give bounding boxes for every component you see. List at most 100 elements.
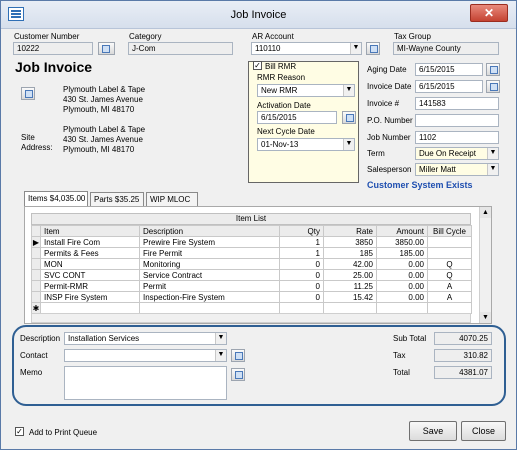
rate-cell[interactable]: 185 [323, 247, 377, 259]
table-row[interactable]: Permit-RMR Permit 0 11.25 0.00 A [31, 280, 472, 292]
chevron-down-icon[interactable]: ▼ [215, 350, 226, 361]
chevron-down-icon[interactable]: ▼ [215, 333, 226, 344]
bill-cycle-cell[interactable] [427, 302, 472, 314]
calendar-icon[interactable] [342, 111, 356, 124]
description-cell[interactable]: Monitoring [139, 258, 280, 270]
amount-cell[interactable]: 0.00 [376, 280, 428, 292]
bill-cycle-cell[interactable]: A [427, 280, 472, 292]
table-row[interactable]: ✱ [31, 302, 472, 314]
tax-group-field[interactable]: MI-Wayne County [393, 42, 499, 55]
table-row[interactable]: MON Monitoring 0 42.00 0.00 Q [31, 258, 472, 270]
tab-wip-mloc[interactable]: WIP MLOC [146, 192, 198, 206]
aging-date-field[interactable]: 6/15/2015 [415, 63, 483, 76]
close-button[interactable]: Close [461, 421, 506, 441]
description-cell[interactable]: Permit [139, 280, 280, 292]
calendar-icon[interactable] [486, 80, 500, 93]
bill-cycle-cell[interactable]: A [427, 291, 472, 303]
qty-cell[interactable]: 0 [279, 291, 324, 303]
memo-append-icon[interactable] [231, 368, 245, 381]
item-cell[interactable]: Permits & Fees [40, 247, 140, 259]
item-cell[interactable]: SVC CONT [40, 269, 140, 281]
rate-cell[interactable]: 11.25 [323, 280, 377, 292]
description-cell[interactable] [139, 302, 280, 314]
job-number-field[interactable]: 1102 [415, 131, 499, 144]
description-cell[interactable]: Service Contract [139, 269, 280, 281]
description-cell[interactable]: Fire Permit [139, 247, 280, 259]
grid-vertical-scrollbar[interactable]: ▲ ▼ [479, 207, 491, 323]
row-selector[interactable] [31, 247, 41, 259]
qty-cell[interactable]: 1 [279, 247, 324, 259]
item-cell[interactable] [40, 302, 140, 314]
save-button[interactable]: Save [409, 421, 457, 441]
rate-cell[interactable]: 25.00 [323, 269, 377, 281]
bill-cycle-cell[interactable] [427, 247, 472, 259]
bill-cycle-cell[interactable] [427, 236, 472, 248]
tab-parts[interactable]: Parts $35.25 [90, 192, 144, 206]
bill-to-edit-button[interactable] [21, 87, 35, 100]
chevron-down-icon[interactable]: ▼ [487, 148, 498, 159]
qty-cell[interactable] [279, 302, 324, 314]
invoice-number-field[interactable]: 141583 [415, 97, 499, 110]
chevron-down-icon[interactable]: ▼ [343, 139, 354, 150]
column-header[interactable]: Qty [279, 225, 324, 237]
chevron-down-icon[interactable]: ▼ [343, 85, 354, 96]
bill-rmr-checkbox[interactable]: ✓ [253, 61, 262, 70]
row-selector[interactable] [31, 280, 41, 292]
chevron-down-icon[interactable]: ▼ [487, 164, 498, 175]
table-row[interactable]: INSP Fire System Inspection-Fire System 0 1… [31, 291, 472, 303]
item-cell[interactable]: Permit-RMR [40, 280, 140, 292]
description-combo[interactable]: Installation Services ▼ [64, 332, 227, 345]
table-row[interactable]: SVC CONT Service Contract 0 25.00 0.00 Q [31, 269, 472, 281]
customer-lookup-button[interactable] [98, 42, 115, 55]
bill-cycle-cell[interactable]: Q [427, 258, 472, 270]
amount-cell[interactable]: 3850.00 [376, 236, 428, 248]
ar-account-combo[interactable]: 110110 ▼ [251, 42, 362, 55]
column-header[interactable]: Rate [323, 225, 377, 237]
row-selector[interactable] [31, 269, 41, 281]
category-field[interactable]: J-Com [128, 42, 233, 55]
amount-cell[interactable]: 0.00 [376, 258, 428, 270]
description-cell[interactable]: Inspection-Fire System [139, 291, 280, 303]
window-close-button[interactable]: ✕ [470, 4, 508, 22]
qty-cell[interactable]: 1 [279, 236, 324, 248]
chevron-down-icon[interactable]: ▼ [350, 43, 361, 54]
grid-horizontal-scrollbar[interactable] [31, 313, 471, 323]
row-selector[interactable] [31, 258, 41, 270]
item-cell[interactable]: INSP Fire System [40, 291, 140, 303]
scroll-up-icon[interactable]: ▲ [480, 207, 491, 218]
rate-cell[interactable]: 42.00 [323, 258, 377, 270]
column-header[interactable]: Item [40, 225, 140, 237]
row-selector[interactable]: ▶ [31, 236, 41, 248]
next-cycle-date-combo[interactable]: 01-Nov-13 ▼ [257, 138, 355, 151]
rate-cell[interactable]: 15.42 [323, 291, 377, 303]
column-header[interactable]: Description [139, 225, 280, 237]
po-number-field[interactable] [415, 114, 499, 127]
qty-cell[interactable]: 0 [279, 258, 324, 270]
memo-field[interactable] [64, 366, 227, 400]
contact-combo[interactable]: ▼ [64, 349, 227, 362]
invoice-date-field[interactable]: 6/15/2015 [415, 80, 483, 93]
amount-cell[interactable]: 0.00 [376, 269, 428, 281]
description-cell[interactable]: Prewire Fire System [139, 236, 280, 248]
bill-cycle-cell[interactable]: Q [427, 269, 472, 281]
qty-cell[interactable]: 0 [279, 269, 324, 281]
add-to-print-queue-checkbox[interactable]: ✓ [15, 427, 24, 436]
amount-cell[interactable]: 185.00 [376, 247, 428, 259]
row-selector[interactable]: ✱ [31, 302, 41, 314]
rmr-reason-combo[interactable]: New RMR ▼ [257, 84, 355, 97]
column-header[interactable]: Bill Cycle [427, 225, 472, 237]
rate-cell[interactable]: 3850 [323, 236, 377, 248]
salesperson-combo[interactable]: Miller Matt ▼ [415, 163, 499, 176]
term-combo[interactable]: Due On Receipt ▼ [415, 147, 499, 160]
qty-cell[interactable]: 0 [279, 280, 324, 292]
activation-date-field[interactable]: 6/15/2015 [257, 111, 337, 124]
table-row[interactable]: Permits & Fees Fire Permit 1 185 185.00 [31, 247, 472, 259]
scroll-down-icon[interactable]: ▼ [480, 312, 491, 323]
amount-cell[interactable] [376, 302, 428, 314]
amount-cell[interactable]: 0.00 [376, 291, 428, 303]
customer-number-field[interactable]: 10222 [13, 42, 93, 55]
calendar-icon[interactable] [486, 63, 500, 76]
table-row[interactable]: ▶ Install Fire Com Prewire Fire System 1 385… [31, 236, 472, 248]
ar-account-lookup-button[interactable] [366, 42, 380, 55]
column-header[interactable]: Amount [376, 225, 428, 237]
